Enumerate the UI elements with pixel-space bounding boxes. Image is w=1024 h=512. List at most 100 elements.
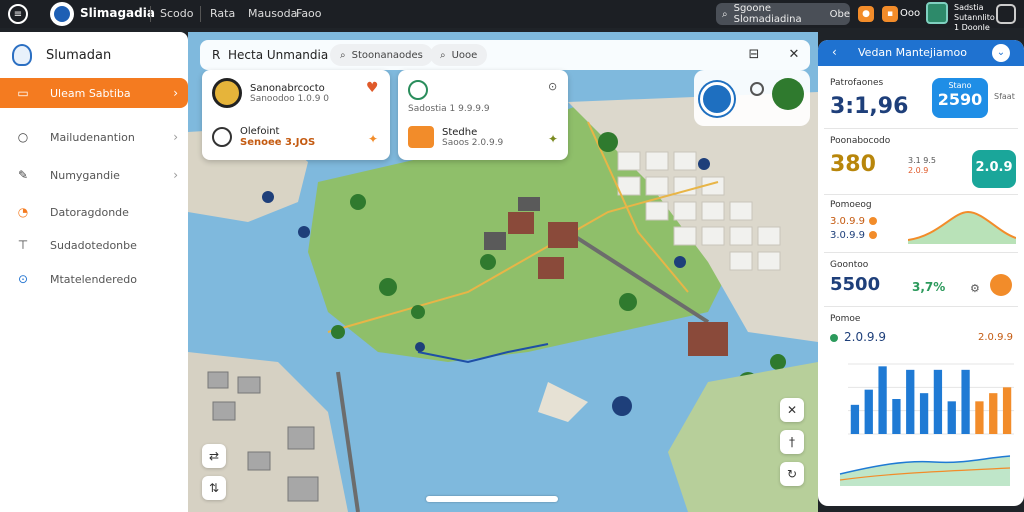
sidebar-item-0[interactable]: ▭ Uleam Sabtiba › (0, 78, 188, 108)
orange-circle-icon[interactable] (990, 274, 1012, 296)
package-icon (408, 126, 434, 148)
stat-value: 3:1,96 (830, 94, 909, 119)
sidebar-title: Slumadan (46, 47, 112, 63)
alert-icon[interactable]: ▪ (882, 6, 898, 22)
nav-item-3[interactable]: Faoo (296, 7, 322, 20)
badge-value: 2590 (937, 90, 983, 109)
crosshair-icon[interactable]: † (780, 430, 804, 454)
chevron-right-icon: › (173, 130, 178, 144)
briefcase-icon[interactable] (996, 4, 1016, 24)
badge-value: 2.0.9 (975, 160, 1013, 175)
menu-icon[interactable]: ≡ (8, 4, 28, 24)
legend-line: 2.0.9 (908, 166, 929, 175)
pen-icon: ✎ (17, 168, 29, 182)
settings-icon[interactable]: ⚙ (970, 282, 980, 295)
divider (824, 252, 1018, 253)
stat-percent: 3,7% (912, 280, 946, 294)
nav-item-2[interactable]: Mausoda (248, 7, 297, 20)
map-filter-pill[interactable]: ⌕ Uooe (430, 44, 488, 66)
map-search-pill[interactable]: ⌕ Stoonanaodes (330, 44, 433, 66)
clock-icon[interactable] (750, 82, 764, 96)
bar-4 (892, 399, 901, 434)
sidebar-item-4[interactable]: ⊤ Sudadotedonbe (0, 230, 188, 260)
back-icon[interactable]: ‹ (832, 45, 837, 59)
bar-1 (850, 404, 860, 434)
user-name[interactable]: Sadstia Sutannlito 1 Doonle (954, 3, 995, 33)
dot-icon (830, 333, 838, 342)
close-icon[interactable]: ✕ (784, 45, 804, 65)
route-icon[interactable]: ⇄ (202, 444, 226, 468)
top-bar: ≡ Slimagadia Scodo Rata Mausoda Faoo ⌕ S… (0, 0, 1024, 32)
stat-label: Pomoeog (830, 200, 872, 210)
search-icon: ⌕ (722, 8, 728, 20)
card-item-label: Stedhe (442, 126, 478, 138)
sidebar-item-1[interactable]: ○ Mailudenantion › (0, 122, 188, 152)
legend-line: 3.1 9.5 (908, 156, 936, 165)
panel-header: ‹ Vedan Mantejiamoo ⌄ (818, 40, 1024, 66)
stat-label: Pomoe (830, 314, 861, 324)
search-tag: Obe (829, 8, 850, 20)
bar-7 (933, 369, 943, 434)
chevron-down-icon[interactable]: ⌄ (992, 44, 1010, 62)
card-item-value: Senoee 3.JOS (240, 137, 316, 148)
card-sub: Sanoodoo 1.0.9 0 (250, 93, 330, 104)
stat-legend: 3.1 9.5 2.0.9 (908, 156, 936, 176)
bar-8 (947, 401, 956, 434)
bar-11 (989, 393, 998, 434)
user-avatar[interactable] (926, 2, 948, 24)
sidebar-item-2[interactable]: ✎ Numygandie › (0, 160, 188, 190)
user-name-line3: 1 Doonle (954, 23, 990, 32)
bar-12 (1002, 387, 1012, 434)
chat-icon: ○ (17, 130, 29, 144)
sidebar-item-label: Mtatelenderedo (50, 272, 137, 286)
divider (150, 6, 151, 22)
tree-icon[interactable] (772, 78, 804, 110)
compass-icon[interactable] (700, 82, 734, 116)
sidebar-item-label: Datoragdonde (50, 205, 129, 219)
bar-6 (919, 393, 929, 434)
map-title: R Hecta Unmandia (212, 48, 328, 62)
badge-label: Stano (948, 81, 972, 90)
top-mini-label: Ooo (900, 8, 921, 19)
sidebar: Slumadan ▭ Uleam Sabtiba › ○ Mailudenant… (0, 32, 188, 512)
expand-icon[interactable]: ⊟ (744, 45, 764, 65)
global-search-input[interactable]: ⌕ Sgoone Slomadiadina Obe (716, 3, 850, 25)
info-card-1[interactable]: Sanonabrcocto Sanoodoo 1.0.9 0 ♥ Olefoin… (202, 70, 390, 160)
bar-10 (975, 401, 984, 434)
info-card-2[interactable]: Sadostia 1 9.9.9.9 ⊙ Stedhe Saoos 2.0.9.… (398, 70, 568, 160)
flag-icon: ⊤ (17, 238, 29, 252)
sidebar-item-3[interactable]: ◔ Datoragdonde (0, 197, 188, 227)
stat-line-text: 2.0.9.9 (844, 330, 886, 344)
search-icon: ⌕ (340, 49, 346, 61)
gauge-icon: ◔ (17, 205, 29, 219)
zoom-in-icon[interactable]: ✕ (780, 398, 804, 422)
sidebar-header: Slumadan (12, 44, 111, 66)
badge-sub: Sfaat (994, 92, 1015, 101)
heart-icon[interactable]: ♥ (366, 80, 379, 96)
sidebar-item-5[interactable]: ⊙ Mtatelenderedo (0, 264, 188, 294)
sidebar-item-label: Numygandie (50, 168, 120, 182)
divider (824, 128, 1018, 129)
sidebar-item-label: Mailudenantion (50, 130, 135, 144)
refresh-icon[interactable]: ↻ (780, 462, 804, 486)
nav-item-0[interactable]: Scodo (160, 7, 193, 20)
stat-line-text: 3.0.9.9 (830, 230, 865, 241)
app-logo (50, 2, 74, 26)
area-sparkline (908, 210, 1016, 244)
stat-badge: Stano 2590 (932, 78, 988, 118)
sparkle-icon: ✦ (368, 132, 379, 146)
line-chart (839, 455, 1011, 486)
stat-value: 5500 (830, 274, 881, 295)
shield-icon (12, 44, 32, 66)
stat-value: 380 (830, 152, 876, 177)
app-brand: Slimagadia (80, 6, 155, 20)
card-item-label: Olefoint (240, 126, 280, 137)
info-icon[interactable]: ⊙ (548, 80, 557, 93)
layers-icon[interactable]: ⇅ (202, 476, 226, 500)
dot-icon (869, 231, 877, 239)
nav-item-1[interactable]: Rata (210, 7, 235, 20)
map-layer-pill[interactable] (694, 70, 810, 126)
divider (824, 306, 1018, 307)
horizontal-scrollbar[interactable] (426, 496, 558, 502)
notification-icon[interactable]: ● (858, 6, 874, 22)
